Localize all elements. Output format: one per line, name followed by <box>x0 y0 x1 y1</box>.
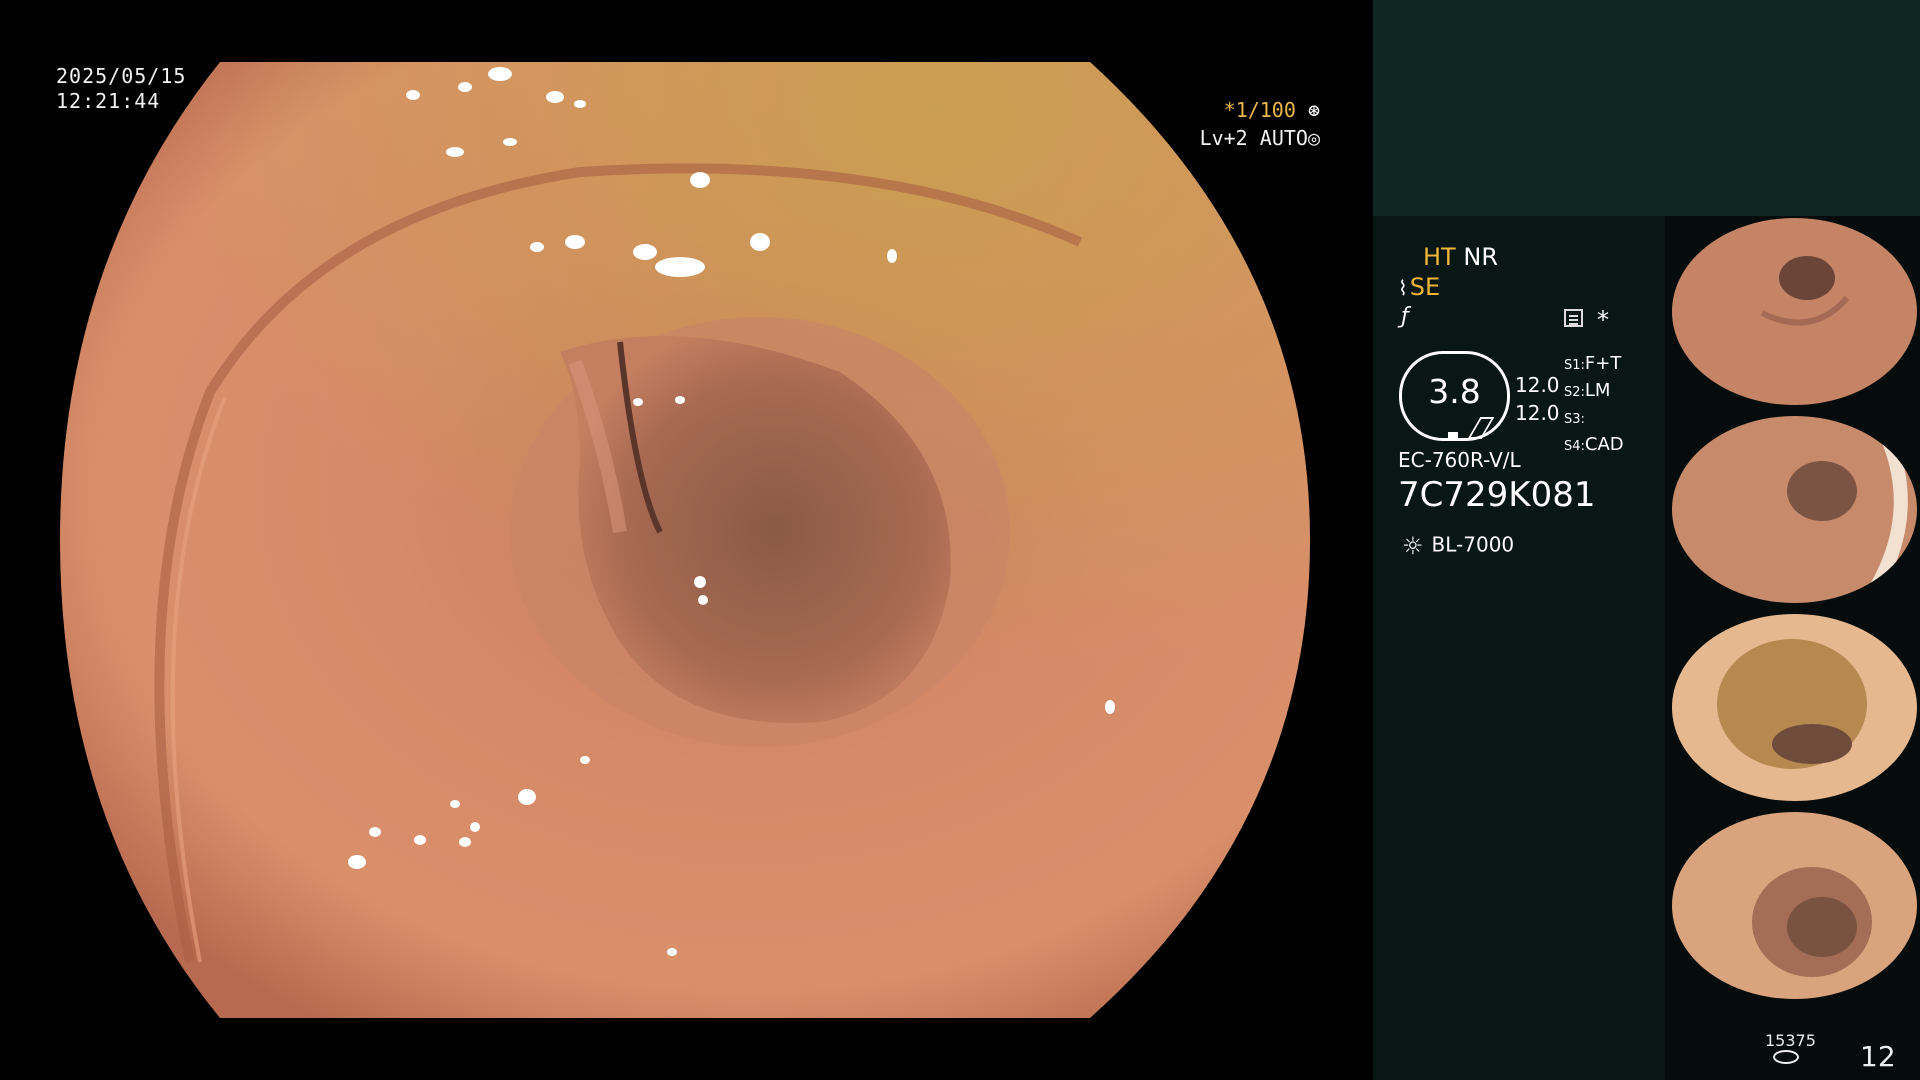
shutter-star: * <box>1223 98 1236 122</box>
switch-s4-key: S4: <box>1564 439 1585 454</box>
switch-s2: S2:LM <box>1564 378 1624 405</box>
panel-header <box>1373 0 1920 216</box>
exposure-level: Lv+2 <box>1199 126 1248 150</box>
nr-label: NR <box>1463 243 1498 271</box>
switch-s3-key: S3: <box>1564 412 1585 427</box>
exposure-mode: AUTO <box>1259 126 1308 150</box>
thumbnail-3[interactable] <box>1672 614 1917 801</box>
thumbnail-4[interactable] <box>1672 812 1917 999</box>
dial-marker <box>1448 432 1458 438</box>
auto-mode-icon: ◎ <box>1307 126 1320 150</box>
date-text: 2025/05/15 <box>56 64 187 88</box>
switch-s1-value: F+T <box>1584 353 1622 374</box>
shutter-overlay: *1/100 ⊛ <box>1224 98 1320 122</box>
parameter-values: 12.0 12.0 <box>1515 371 1560 427</box>
thumbnail-2[interactable] <box>1672 416 1917 603</box>
switch-s2-value: LM <box>1584 380 1611 401</box>
zoom-value: 3.8 <box>1428 372 1481 411</box>
switch-s1-key: S1: <box>1564 358 1585 373</box>
exposure-overlay: Lv+2 AUTO◎ <box>1200 126 1320 150</box>
switch-s3: S3: <box>1564 405 1624 432</box>
shutter-mode-icon: ⊛ <box>1307 98 1320 122</box>
switch-s4: S4:CAD <box>1564 432 1624 459</box>
scope-model: EC-760R-V/L <box>1398 448 1521 472</box>
se-indicator: ⌇SE <box>1398 273 1440 301</box>
filter-icon: ƒ <box>1401 304 1409 329</box>
param-value-1: 12.0 <box>1515 373 1560 397</box>
time-text: 12:21:44 <box>56 89 161 113</box>
record-icon <box>1564 309 1583 327</box>
light-source: ☼ BL-7000 <box>1402 532 1514 560</box>
structure-enhance-icon: ⌇ <box>1398 276 1408 300</box>
light-source-label: BL-7000 <box>1431 532 1515 557</box>
switch-s2-key: S2: <box>1564 385 1585 400</box>
storage-icon <box>1773 1050 1799 1064</box>
switch-assignments: S1:F+T S2:LM S3: S4:CAD <box>1564 351 1624 459</box>
info-panel <box>1373 216 1673 1080</box>
shutter-speed: 1/100 <box>1235 98 1296 122</box>
switch-s4-value: CAD <box>1584 434 1624 455</box>
ht-nr-indicator: HT NR <box>1423 243 1498 271</box>
switch-s1: S1:F+T <box>1564 351 1624 378</box>
param-value-2: 12.0 <box>1515 401 1560 425</box>
scope-serial: 7C729K081 <box>1398 475 1596 515</box>
ht-label: HT <box>1423 243 1456 271</box>
endoscope-main-view <box>60 62 1310 1018</box>
se-label: SE <box>1409 273 1441 301</box>
asterisk-mark: * <box>1597 306 1609 334</box>
capture-count: 15375 <box>1765 1031 1816 1050</box>
endoscope-image <box>60 62 1310 1018</box>
image-number: 12 <box>1860 1040 1896 1073</box>
thumbnail-1[interactable] <box>1672 218 1917 405</box>
datetime-overlay: 2025/05/15 12:21:44 <box>56 64 186 114</box>
light-source-icon: ☼ <box>1402 532 1424 560</box>
